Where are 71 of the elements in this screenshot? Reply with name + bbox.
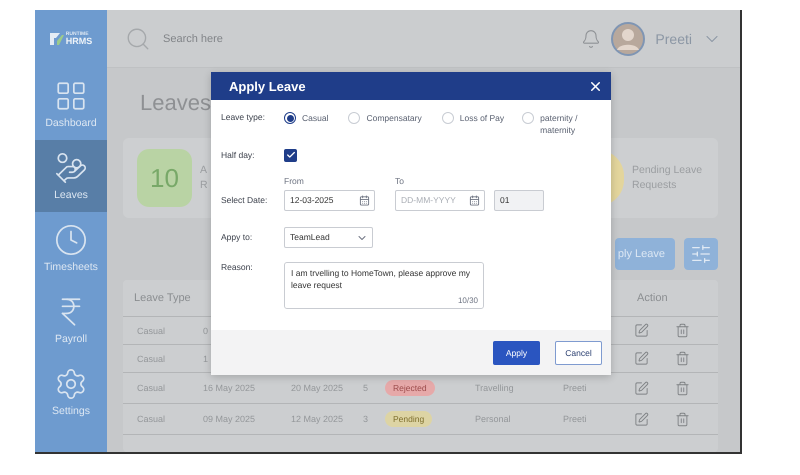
edit-icon[interactable] bbox=[634, 323, 649, 338]
search-icon bbox=[125, 26, 151, 52]
table-cell-text: Personal bbox=[474, 414, 512, 424]
table-cell-text: 1 bbox=[202, 354, 210, 364]
dialog-title: Apply Leave bbox=[229, 78, 306, 94]
calendar-icon[interactable] bbox=[359, 194, 370, 206]
field-label: Leave type: bbox=[221, 112, 266, 122]
search-field[interactable]: Search here bbox=[161, 32, 361, 46]
page-title: Leaves bbox=[140, 90, 212, 116]
table-cell-text: 12 May 2025 bbox=[290, 414, 344, 424]
checkbox[interactable] bbox=[284, 148, 297, 162]
column-header: Action bbox=[636, 292, 669, 304]
avatar-icon[interactable] bbox=[611, 22, 646, 56]
field-label: Half day: bbox=[221, 150, 256, 160]
table-cell-text: Casual bbox=[136, 354, 166, 364]
apply-to-select[interactable]: TeamLead bbox=[284, 226, 373, 248]
column-header: Leave Type bbox=[133, 292, 192, 304]
field-label: Select Date: bbox=[221, 194, 268, 207]
nav-item[interactable]: Timesheets bbox=[35, 212, 107, 284]
trash-icon[interactable] bbox=[675, 412, 690, 426]
table-cell-text: 0 bbox=[202, 326, 210, 336]
trash-icon[interactable] bbox=[675, 323, 690, 338]
table-cell-text: 09 May 2025 bbox=[202, 414, 256, 424]
cancel-button[interactable]: Cancel bbox=[555, 340, 602, 364]
nav-item[interactable]: Leaves bbox=[35, 140, 107, 212]
table-cell-text: Travelling bbox=[474, 383, 515, 393]
radio-button[interactable] bbox=[284, 112, 296, 124]
field-label: From bbox=[284, 176, 305, 186]
table-cell-text: Preeti bbox=[562, 383, 588, 393]
field-label: Appy to: bbox=[221, 232, 254, 242]
from-date-field[interactable]: 12-03-2025 bbox=[284, 190, 375, 211]
apply-leave-button[interactable]: ply Leave bbox=[615, 238, 675, 270]
to-date-field[interactable]: DD-MM-YYYY bbox=[395, 190, 485, 211]
apply-button[interactable]: Apply bbox=[493, 340, 540, 364]
table-cell-text: 3 bbox=[362, 414, 370, 424]
notification-bell-icon[interactable] bbox=[581, 28, 602, 48]
radio-label: Compensatary bbox=[366, 112, 422, 124]
edit-icon[interactable] bbox=[634, 351, 649, 366]
status-badge: Rejected bbox=[385, 380, 435, 396]
hand-coins-icon bbox=[54, 151, 88, 185]
clock-icon bbox=[54, 223, 88, 257]
sliders-icon bbox=[690, 243, 712, 265]
filter-button[interactable] bbox=[684, 238, 718, 270]
trash-icon[interactable] bbox=[675, 351, 690, 366]
trash-icon[interactable] bbox=[675, 380, 690, 396]
days-field[interactable]: 01 bbox=[494, 190, 544, 211]
table-cell-text: Preeti bbox=[562, 414, 588, 424]
stat-value: 10 bbox=[137, 149, 192, 207]
table-cell-text: Casual bbox=[136, 383, 166, 393]
logo-text: HRMS bbox=[66, 37, 92, 46]
table-cell-text: Casual bbox=[136, 414, 166, 424]
character-counter: 10/30 bbox=[458, 296, 478, 305]
radio-label: Loss of Pay bbox=[460, 112, 504, 124]
nav-item[interactable]: Settings bbox=[35, 356, 107, 428]
table-cell-text: 16 May 2025 bbox=[202, 383, 256, 393]
table-cell-text: Casual bbox=[136, 326, 166, 336]
nav-item[interactable]: Dashboard bbox=[35, 68, 107, 140]
reason-field[interactable]: I am trvelling to HomeTown, please approve my leave request 10/30 bbox=[284, 262, 484, 309]
field-label: To bbox=[395, 176, 405, 186]
table-cell-text: 5 bbox=[362, 383, 370, 393]
calendar-icon[interactable] bbox=[469, 194, 480, 206]
radio-label: Casual bbox=[302, 112, 328, 124]
nav-item[interactable]: Payroll bbox=[35, 284, 107, 356]
table-cell-text: 20 May 2025 bbox=[290, 383, 344, 393]
edit-icon[interactable] bbox=[634, 380, 649, 396]
radio-label: paternity / maternity bbox=[540, 112, 578, 137]
status-badge: Pending bbox=[385, 411, 432, 427]
field-label: Reason: bbox=[221, 262, 254, 272]
edit-icon[interactable] bbox=[634, 412, 649, 426]
logo-icon bbox=[50, 33, 64, 45]
user-name[interactable]: Preeti bbox=[655, 30, 692, 46]
